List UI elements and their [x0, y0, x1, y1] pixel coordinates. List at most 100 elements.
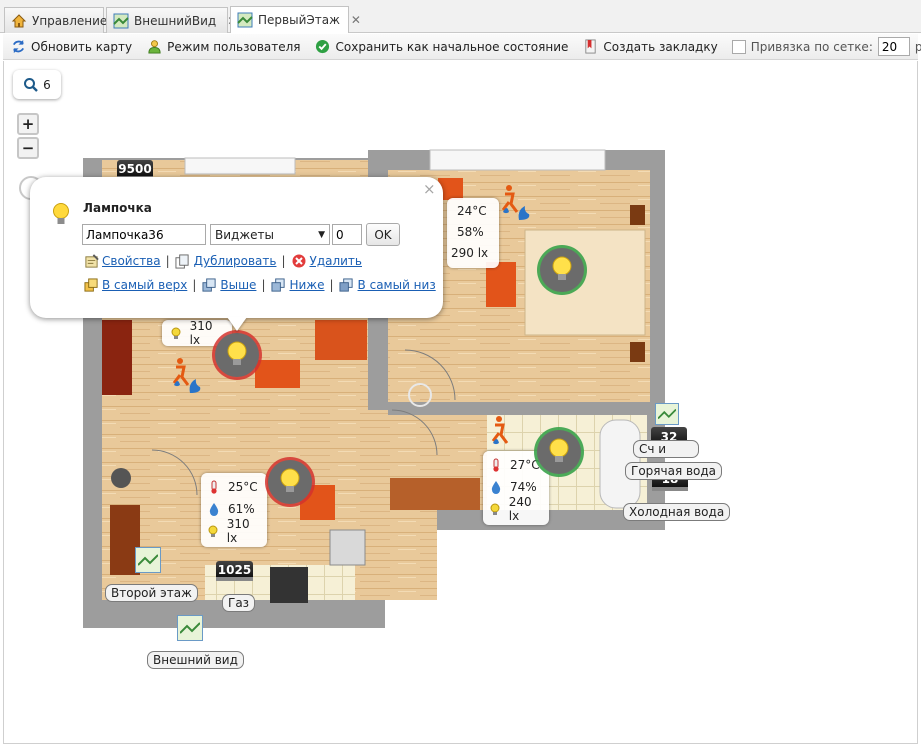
popup-pointer [227, 317, 247, 331]
light-bulb-widget[interactable] [215, 333, 259, 377]
sensor-row: 25°C [206, 476, 261, 498]
wall-inner [195, 600, 355, 628]
delete-link[interactable]: Удалить [310, 254, 363, 268]
light-value: 290 lx [451, 245, 489, 260]
move-up-link[interactable]: Выше [220, 278, 256, 292]
map-link-icon[interactable] [177, 615, 203, 641]
window [184, 157, 296, 175]
humidity-value: 61% [228, 502, 255, 516]
move-down-link[interactable]: Ниже [289, 278, 324, 292]
popup-title: Лампочка [83, 201, 152, 215]
thermometer-icon [488, 457, 504, 473]
sensor-row: 24°C [451, 200, 495, 221]
counter-gas[interactable]: 1025 [216, 561, 253, 581]
bring-to-front-link[interactable]: В самый верх [102, 278, 187, 292]
light-bulb-icon [488, 501, 503, 517]
separator: | [165, 254, 170, 268]
sensor-card-kitchen[interactable]: 25°C 61% 310 lx [201, 473, 267, 547]
humidity-drop-icon [206, 501, 222, 517]
stairs [390, 478, 480, 510]
light-value: 310 lx [226, 517, 250, 545]
wall-inner [355, 600, 385, 628]
duplicate-link[interactable]: Дублировать [194, 254, 277, 268]
label-gas[interactable]: Газ [222, 594, 256, 612]
light-bulb-widget[interactable] [540, 248, 584, 292]
object-name-input[interactable] [82, 224, 206, 245]
search-results-badge[interactable]: 6 [13, 70, 61, 99]
popup-actions-row: Свойства | Дублировать | Удалить [83, 253, 362, 269]
sensor-row: 310 lx [206, 517, 261, 545]
sensor-card-bedroom[interactable]: 24°C 58% 290 lx [447, 198, 499, 268]
light-bulb-icon [549, 255, 575, 286]
light-bulb-icon [168, 325, 184, 341]
sensor-row: 27°C [488, 454, 543, 476]
separator: | [192, 278, 197, 292]
temperature-value: 27°C [510, 458, 540, 472]
sensor-row: 310 lx [168, 319, 226, 347]
light-bulb-icon [206, 523, 221, 539]
light-bulb-icon [277, 467, 303, 498]
duplicate-icon [175, 253, 191, 269]
properties-link[interactable]: Свойства [102, 254, 161, 268]
label-hot-water[interactable]: Горячая вода [625, 462, 723, 480]
object-index-input[interactable] [332, 224, 362, 245]
send-to-back-link[interactable]: В самый низ [358, 278, 436, 292]
chevron-down-icon: ▼ [318, 229, 325, 240]
humidity-value: 74% [510, 480, 537, 494]
sink [329, 529, 366, 566]
humidity-value: 58% [457, 224, 484, 239]
fire-sensor-icon[interactable] [497, 182, 537, 225]
light-value: 240 lx [508, 495, 532, 523]
wall-inner [368, 330, 388, 410]
cabinet [102, 320, 132, 395]
nightstand [630, 342, 645, 362]
label-cold-water[interactable]: Холодная вода [623, 503, 731, 521]
light-bulb-icon [51, 202, 71, 229]
floor-plan [19, 149, 665, 628]
stove [270, 567, 308, 603]
delete-icon [291, 253, 307, 269]
ok-button[interactable]: OK [366, 223, 400, 246]
bring-to-front-icon [83, 277, 99, 293]
light-bulb-widget[interactable] [537, 430, 581, 474]
separator: | [329, 278, 334, 292]
zoom-in-button[interactable]: + [17, 113, 39, 135]
thermometer-icon [206, 479, 222, 495]
temperature-value: 25°C [228, 480, 258, 494]
popup-actions-row: В самый верх | Выше | Ниже | В самый низ [83, 277, 436, 293]
move-down-icon [270, 277, 286, 293]
properties-icon [83, 253, 99, 269]
plant [111, 468, 131, 488]
move-up-icon [201, 277, 217, 293]
label-counters[interactable]: Сч и [633, 440, 699, 458]
separator: | [261, 278, 266, 292]
label-second-floor[interactable]: Второй этаж [105, 584, 198, 602]
sensor-row: 58% [451, 221, 495, 242]
sofa [315, 320, 367, 360]
chair [486, 262, 516, 307]
chair [255, 360, 300, 388]
light-bulb-icon [546, 437, 572, 468]
humidity-drop-icon [488, 479, 504, 495]
nightstand [630, 205, 645, 225]
light-bulb-icon [224, 340, 250, 371]
label-outside[interactable]: Внешний вид [147, 651, 244, 669]
search-icon [23, 77, 39, 93]
search-count: 6 [43, 77, 51, 92]
close-icon[interactable]: × [423, 180, 436, 198]
sensor-row: 290 lx [451, 242, 495, 263]
object-type-select[interactable]: Виджеты ▼ [210, 224, 330, 245]
fire-sensor-icon[interactable] [487, 413, 527, 456]
object-type-value: Виджеты [215, 227, 274, 242]
separator: | [281, 254, 286, 268]
temperature-value: 24°C [457, 203, 487, 218]
light-bulb-widget[interactable] [268, 460, 312, 504]
map-link-icon[interactable] [655, 403, 679, 425]
send-to-back-icon [339, 277, 355, 293]
map-link-icon[interactable] [135, 547, 161, 573]
window [429, 149, 606, 171]
fire-sensor-icon[interactable] [168, 355, 208, 398]
zoom-out-button[interactable]: − [17, 137, 39, 159]
sensor-row: 240 lx [488, 495, 543, 523]
object-properties-popup: × Лампочка Виджеты ▼ OK Свойства | Дубли… [30, 177, 443, 331]
